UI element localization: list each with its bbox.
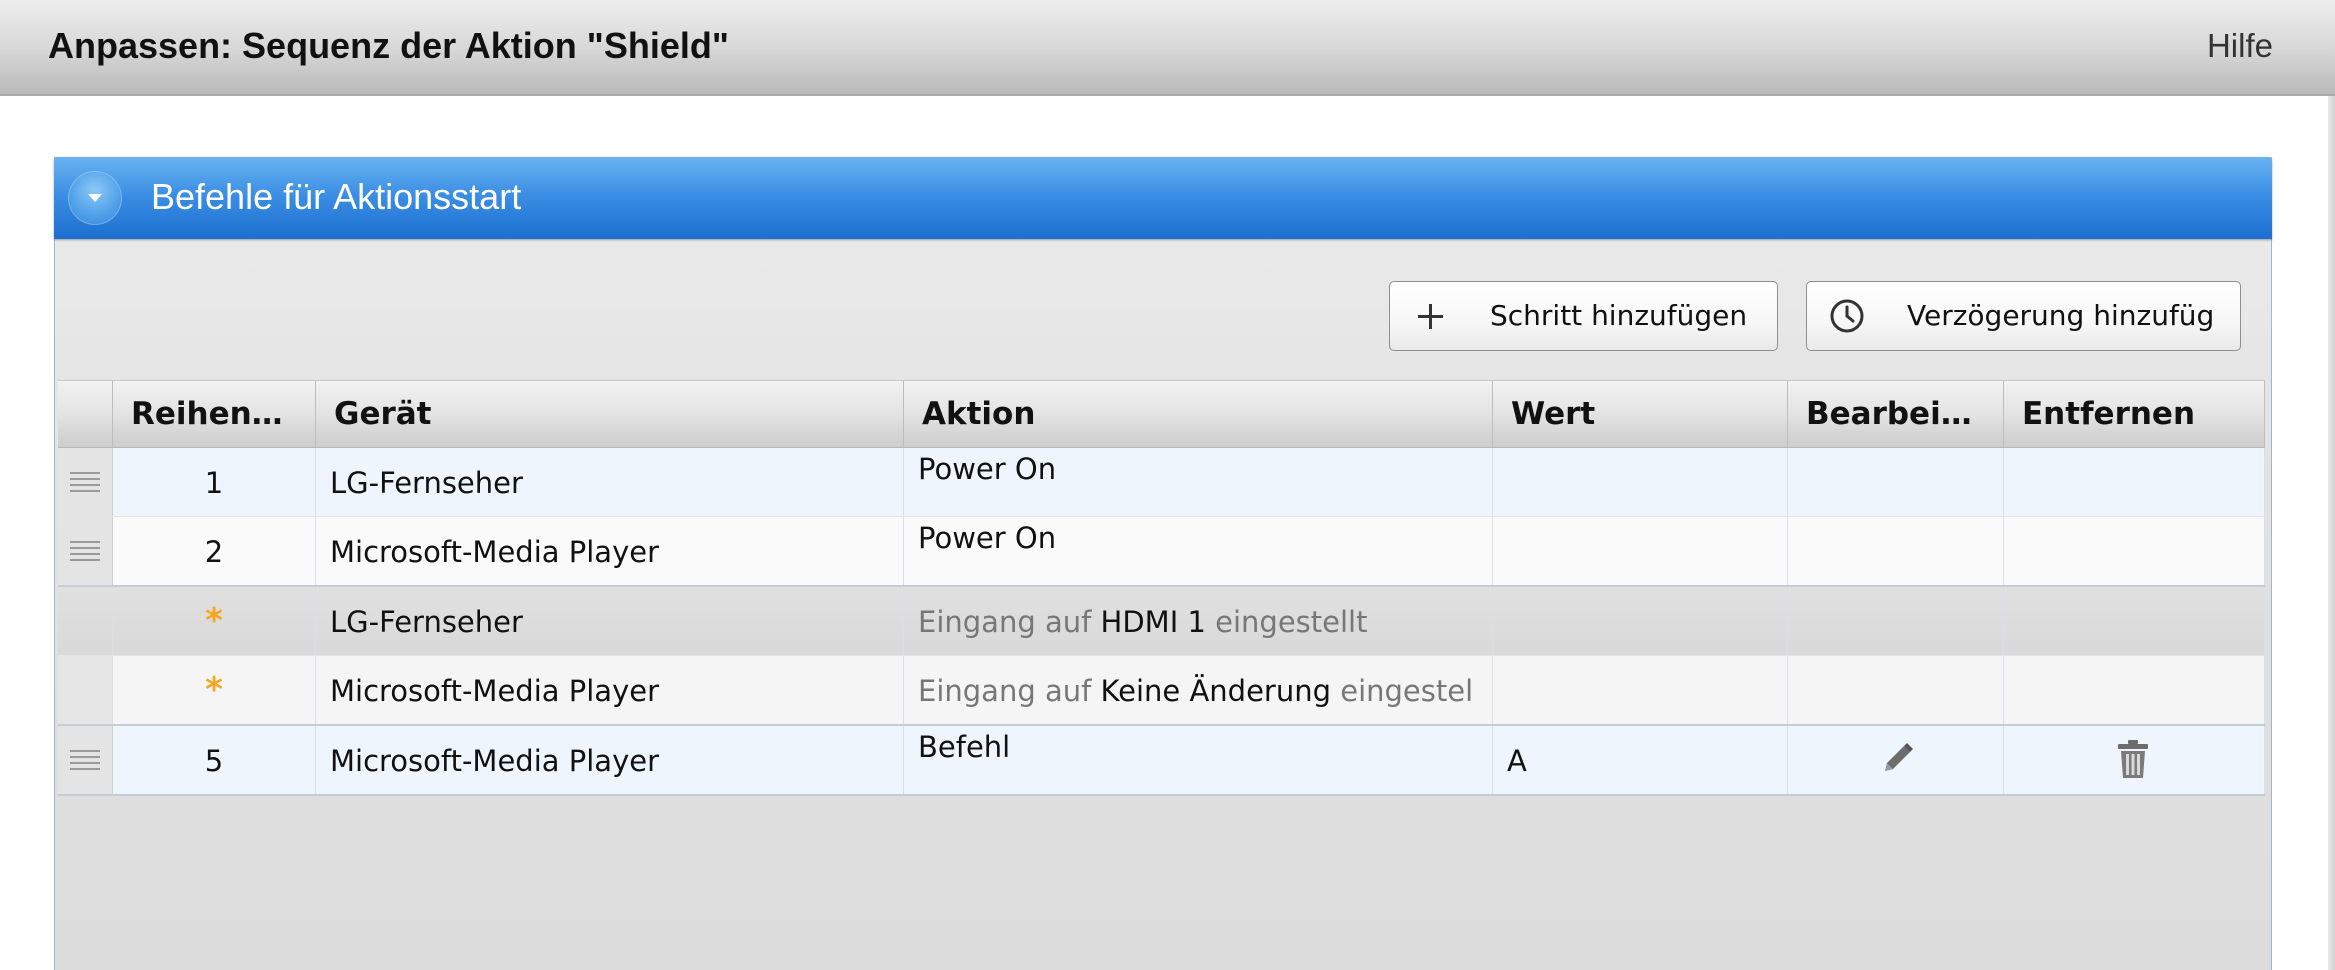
row-action: Power On <box>918 521 1057 555</box>
row-drag-handle[interactable] <box>58 517 113 585</box>
row-device: Microsoft-Media Player <box>330 535 659 569</box>
drag-handle-icon <box>70 472 100 492</box>
header-remove[interactable]: Entfernen <box>2004 381 2265 447</box>
table-header: Reihen… Gerät Aktion Wert Bearbei… Entfe… <box>58 380 2265 448</box>
help-link[interactable]: Hilfe <box>2207 22 2273 70</box>
row-value-cell <box>1493 656 1788 724</box>
window-title: Anpassen: Sequenz der Aktion "Shield" <box>48 25 729 66</box>
chevron-down-icon[interactable] <box>68 171 122 225</box>
header-remove-label: Entfernen <box>2022 396 2196 432</box>
add-delay-label: Verzögerung hinzufüg <box>1907 299 2215 332</box>
header-order[interactable]: Reihen… <box>113 381 316 447</box>
row-remove-cell <box>2004 656 2265 724</box>
table-row[interactable]: 5 Microsoft-Media Player Befehl A <box>58 726 2265 796</box>
sequence-table: Reihen… Gerät Aktion Wert Bearbei… Entfe… <box>58 380 2265 796</box>
panel-title: Befehle für Aktionsstart <box>151 176 522 217</box>
header-value-label: Wert <box>1511 396 1596 432</box>
add-delay-button[interactable]: Verzögerung hinzufüg <box>1806 281 2241 351</box>
action-input-value: HDMI 1 <box>1100 605 1206 639</box>
row-remove-cell <box>2004 517 2265 585</box>
row-order: 1 <box>204 466 224 500</box>
row-device: LG-Fernseher <box>330 466 523 500</box>
header-device[interactable]: Gerät <box>316 381 904 447</box>
title-bar: Anpassen: Sequenz der Aktion "Shield" Hi… <box>0 0 2335 96</box>
clock-icon <box>1829 298 1865 334</box>
action-prefix: Eingang auf <box>918 605 1092 639</box>
add-step-button[interactable]: Schritt hinzufügen <box>1389 281 1778 351</box>
action-suffix: eingestel <box>1340 674 1474 708</box>
pencil-icon[interactable] <box>1878 740 1916 778</box>
trash-icon[interactable] <box>2114 738 2152 780</box>
row-drag-handle[interactable] <box>58 448 113 516</box>
row-order: 2 <box>204 535 224 569</box>
row-remove-cell <box>2004 726 2265 794</box>
row-edit-cell <box>1788 656 2004 724</box>
row-device: Microsoft-Media Player <box>330 674 659 708</box>
header-order-label: Reihen… <box>131 396 283 432</box>
row-edit-cell <box>1788 517 2004 585</box>
header-edit-label: Bearbei… <box>1806 396 1972 432</box>
row-action: Eingang auf HDMI 1 eingestellt <box>918 603 1367 641</box>
row-remove-cell <box>2004 587 2265 655</box>
action-input-value: Keine Änderung <box>1100 674 1332 708</box>
table-row: * Microsoft-Media Player Eingang auf Kei… <box>58 656 2265 726</box>
row-device: Microsoft-Media Player <box>330 744 659 778</box>
table-row[interactable]: 1 LG-Fernseher Power On <box>58 448 2265 517</box>
add-step-label: Schritt hinzufügen <box>1490 299 1748 332</box>
row-order-marker: * <box>205 670 223 710</box>
table-row[interactable]: 2 Microsoft-Media Player Power On <box>58 517 2265 587</box>
row-edit-cell <box>1788 726 2004 794</box>
table-row: * LG-Fernseher Eingang auf HDMI 1 einges… <box>58 587 2265 656</box>
row-handle-empty <box>58 587 113 655</box>
scrollbar-edge <box>2328 96 2335 970</box>
row-edit-cell <box>1788 448 2004 516</box>
header-action[interactable]: Aktion <box>904 381 1493 447</box>
plus-icon <box>1412 298 1448 334</box>
row-action: Power On <box>918 452 1057 486</box>
drag-handle-icon <box>70 750 100 770</box>
header-device-label: Gerät <box>334 396 432 432</box>
row-remove-cell <box>2004 448 2265 516</box>
row-value: A <box>1507 744 1527 778</box>
row-order-marker: * <box>205 601 223 641</box>
row-device: LG-Fernseher <box>330 605 523 639</box>
row-edit-cell <box>1788 587 2004 655</box>
header-edit[interactable]: Bearbei… <box>1788 381 2004 447</box>
row-order: 5 <box>204 744 224 778</box>
header-value[interactable]: Wert <box>1493 381 1788 447</box>
row-action: Befehl <box>918 730 1011 764</box>
action-suffix: eingestellt <box>1215 605 1368 639</box>
header-handle <box>58 381 113 447</box>
panel-header[interactable]: Befehle für Aktionsstart <box>54 157 2272 239</box>
drag-handle-icon <box>70 541 100 561</box>
row-value-cell <box>1493 587 1788 655</box>
row-action: Eingang auf Keine Änderung eingestel <box>918 672 1473 710</box>
row-drag-handle[interactable] <box>58 726 113 794</box>
row-handle-empty <box>58 656 113 724</box>
action-prefix: Eingang auf <box>918 674 1092 708</box>
header-action-label: Aktion <box>922 396 1036 432</box>
